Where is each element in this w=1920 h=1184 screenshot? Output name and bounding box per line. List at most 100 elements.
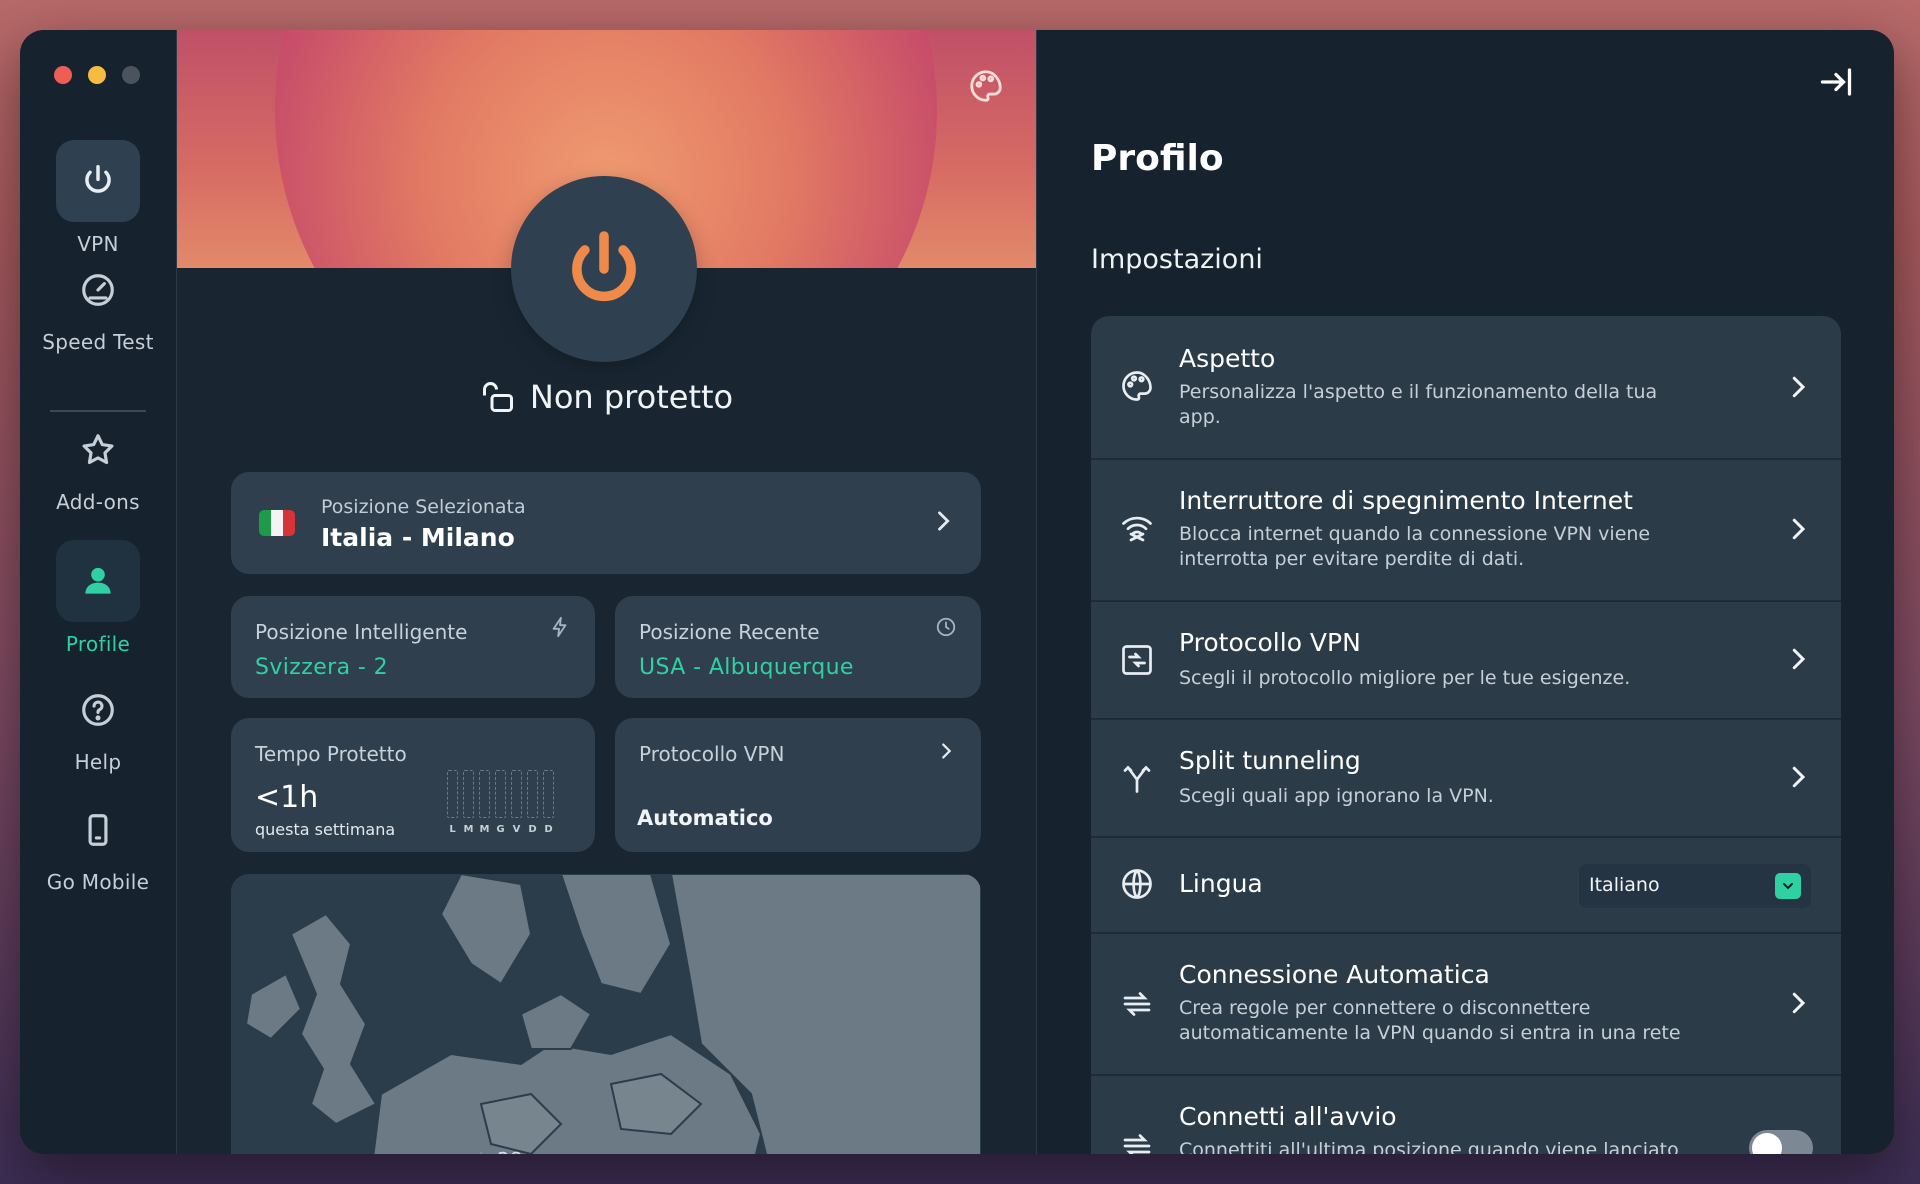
smart-location-value: Svizzera - 2	[255, 655, 388, 680]
server-ping: ✦ 28ms	[471, 1146, 552, 1154]
settings-row-auto-connect[interactable]: Connessione Automatica Crea regole per c…	[1091, 932, 1841, 1076]
chevron-right-icon	[1783, 514, 1813, 548]
sidebar-item-label: Profile	[65, 632, 131, 656]
row-title: Aspetto	[1179, 344, 1276, 373]
help-icon	[56, 680, 140, 740]
settings-row-vpn-protocol[interactable]: Protocollo VPN Scegli il protocollo migl…	[1091, 600, 1841, 720]
language-select[interactable]: Italiano	[1579, 864, 1811, 908]
connect-power-button[interactable]	[511, 176, 697, 362]
row-description: Personalizza l'aspetto e il funzionament…	[1179, 381, 1658, 428]
row-description: Connettiti all'ultima posizione quando v…	[1179, 1139, 1679, 1154]
language-select-value: Italiano	[1589, 874, 1660, 896]
zoom-window-button[interactable]	[122, 66, 140, 84]
minimize-window-button[interactable]	[88, 66, 106, 84]
row-description: Blocca internet quando la connessione VP…	[1179, 523, 1651, 570]
connection-status: Non protetto	[177, 378, 1036, 416]
toggle-knob	[1752, 1133, 1782, 1154]
power-icon	[56, 140, 140, 222]
europe-map[interactable]: ✦ 28ms	[231, 874, 981, 1154]
protected-time-period: questa settimana	[255, 820, 396, 839]
sidebar-item-add-ons[interactable]: Add-ons	[20, 420, 176, 514]
selected-location-card[interactable]: Posizione Selezionata Italia - Milano	[231, 472, 981, 574]
vpn-main-panel: Non protetto Posizione Selezionata Itali…	[177, 30, 1037, 1154]
vpn-protocol-card[interactable]: Protocollo VPN Automatico	[615, 718, 981, 852]
section-title: Impostazioni	[1091, 244, 1263, 275]
settings-row-split-tunneling[interactable]: Split tunneling Scegli quali app ignoran…	[1091, 718, 1841, 838]
chevron-right-icon	[929, 507, 957, 539]
settings-row-language: Lingua Italiano	[1091, 836, 1841, 934]
launch-connect-icon	[1119, 1128, 1155, 1154]
smart-location-card[interactable]: Posizione Intelligente Svizzera - 2	[231, 596, 595, 698]
unlocked-icon	[482, 382, 513, 412]
app-window: VPN Speed Test Add-ons Profile Help Go M…	[20, 30, 1894, 1154]
settings-list: Aspetto Personalizza l'aspetto e il funz…	[1091, 316, 1841, 1154]
lightning-icon	[549, 616, 571, 642]
protected-time-card: Tempo Protetto <1h questa settimana L M …	[231, 718, 595, 852]
collapse-panel-icon[interactable]	[1818, 64, 1854, 104]
chevron-right-icon	[935, 740, 957, 766]
vpn-protocol-label: Protocollo VPN	[639, 742, 785, 766]
auto-connect-icon	[1119, 986, 1155, 1022]
settings-row-kill-switch[interactable]: Interruttore di spegnimento Internet Blo…	[1091, 458, 1841, 602]
chevron-right-icon	[1783, 644, 1813, 678]
page-title: Profilo	[1091, 138, 1224, 179]
sidebar-item-go-mobile[interactable]: Go Mobile	[20, 800, 176, 894]
user-icon	[56, 540, 140, 622]
row-description: Scegli il protocollo migliore per le tue…	[1179, 667, 1631, 689]
day-bar: L	[447, 770, 458, 835]
row-description: Crea regole per connettere o disconnette…	[1179, 997, 1681, 1044]
connect-on-launch-toggle[interactable]	[1749, 1130, 1813, 1154]
sidebar-item-label: Help	[74, 750, 122, 774]
phone-icon	[56, 800, 140, 860]
recent-location-label: Posizione Recente	[639, 620, 820, 644]
sidebar: VPN Speed Test Add-ons Profile Help Go M…	[20, 30, 177, 1154]
italy-flag-icon	[259, 510, 295, 536]
row-title: Interruttore di spegnimento Internet	[1179, 486, 1633, 515]
profile-panel: Profilo Impostazioni Aspetto Personalizz…	[1037, 30, 1894, 1154]
globe-icon	[1119, 866, 1155, 902]
status-text: Non protetto	[529, 378, 734, 416]
recent-location-card[interactable]: Posizione Recente USA - Albuquerque	[615, 596, 981, 698]
star-icon	[56, 420, 140, 480]
sidebar-item-speed-test[interactable]: Speed Test	[20, 260, 176, 354]
sidebar-item-vpn[interactable]: VPN	[20, 140, 176, 256]
speedometer-icon	[56, 260, 140, 320]
palette-icon	[1119, 368, 1155, 404]
sidebar-item-label: VPN	[77, 232, 119, 256]
settings-row-connect-on-launch: Connetti all'avvio Connettiti all'ultima…	[1091, 1074, 1841, 1154]
selected-location-value: Italia - Milano	[321, 523, 515, 552]
server-star-icon: ✦	[471, 1146, 491, 1154]
protected-time-label: Tempo Protetto	[255, 742, 407, 766]
selected-location-label: Posizione Selezionata	[321, 496, 526, 518]
day-bar: M	[463, 770, 474, 835]
sidebar-item-label: Go Mobile	[46, 870, 150, 894]
row-title: Connessione Automatica	[1179, 960, 1490, 989]
close-window-button[interactable]	[54, 66, 72, 84]
day-bar: V	[511, 770, 522, 835]
wifi-off-icon	[1119, 510, 1155, 546]
chevron-right-icon	[1783, 762, 1813, 796]
row-title: Protocollo VPN	[1179, 628, 1361, 657]
settings-row-appearance[interactable]: Aspetto Personalizza l'aspetto e il funz…	[1091, 316, 1841, 460]
sidebar-item-label: Speed Test	[42, 330, 154, 354]
ping-value: 28ms	[497, 1148, 552, 1154]
smart-location-label: Posizione Intelligente	[255, 620, 468, 644]
split-icon	[1119, 760, 1155, 796]
day-bar: G	[495, 770, 506, 835]
sidebar-item-label: Add-ons	[56, 490, 140, 514]
chevron-right-icon	[1783, 372, 1813, 406]
row-description: Scegli quali app ignorano la VPN.	[1179, 785, 1494, 807]
day-bar: D	[527, 770, 538, 835]
clock-icon	[935, 616, 957, 642]
palette-icon[interactable]	[964, 64, 1008, 108]
sidebar-item-profile[interactable]: Profile	[20, 540, 176, 656]
row-title: Lingua	[1179, 869, 1263, 898]
map-graphic	[231, 874, 981, 1154]
day-bar: D	[543, 770, 554, 835]
vpn-protocol-value: Automatico	[637, 806, 773, 830]
weekly-usage-bars: L M M G V D D	[447, 770, 554, 835]
chevron-down-icon	[1775, 873, 1801, 899]
recent-location-value: USA - Albuquerque	[639, 655, 854, 680]
sidebar-item-help[interactable]: Help	[20, 680, 176, 774]
window-controls	[54, 66, 140, 84]
